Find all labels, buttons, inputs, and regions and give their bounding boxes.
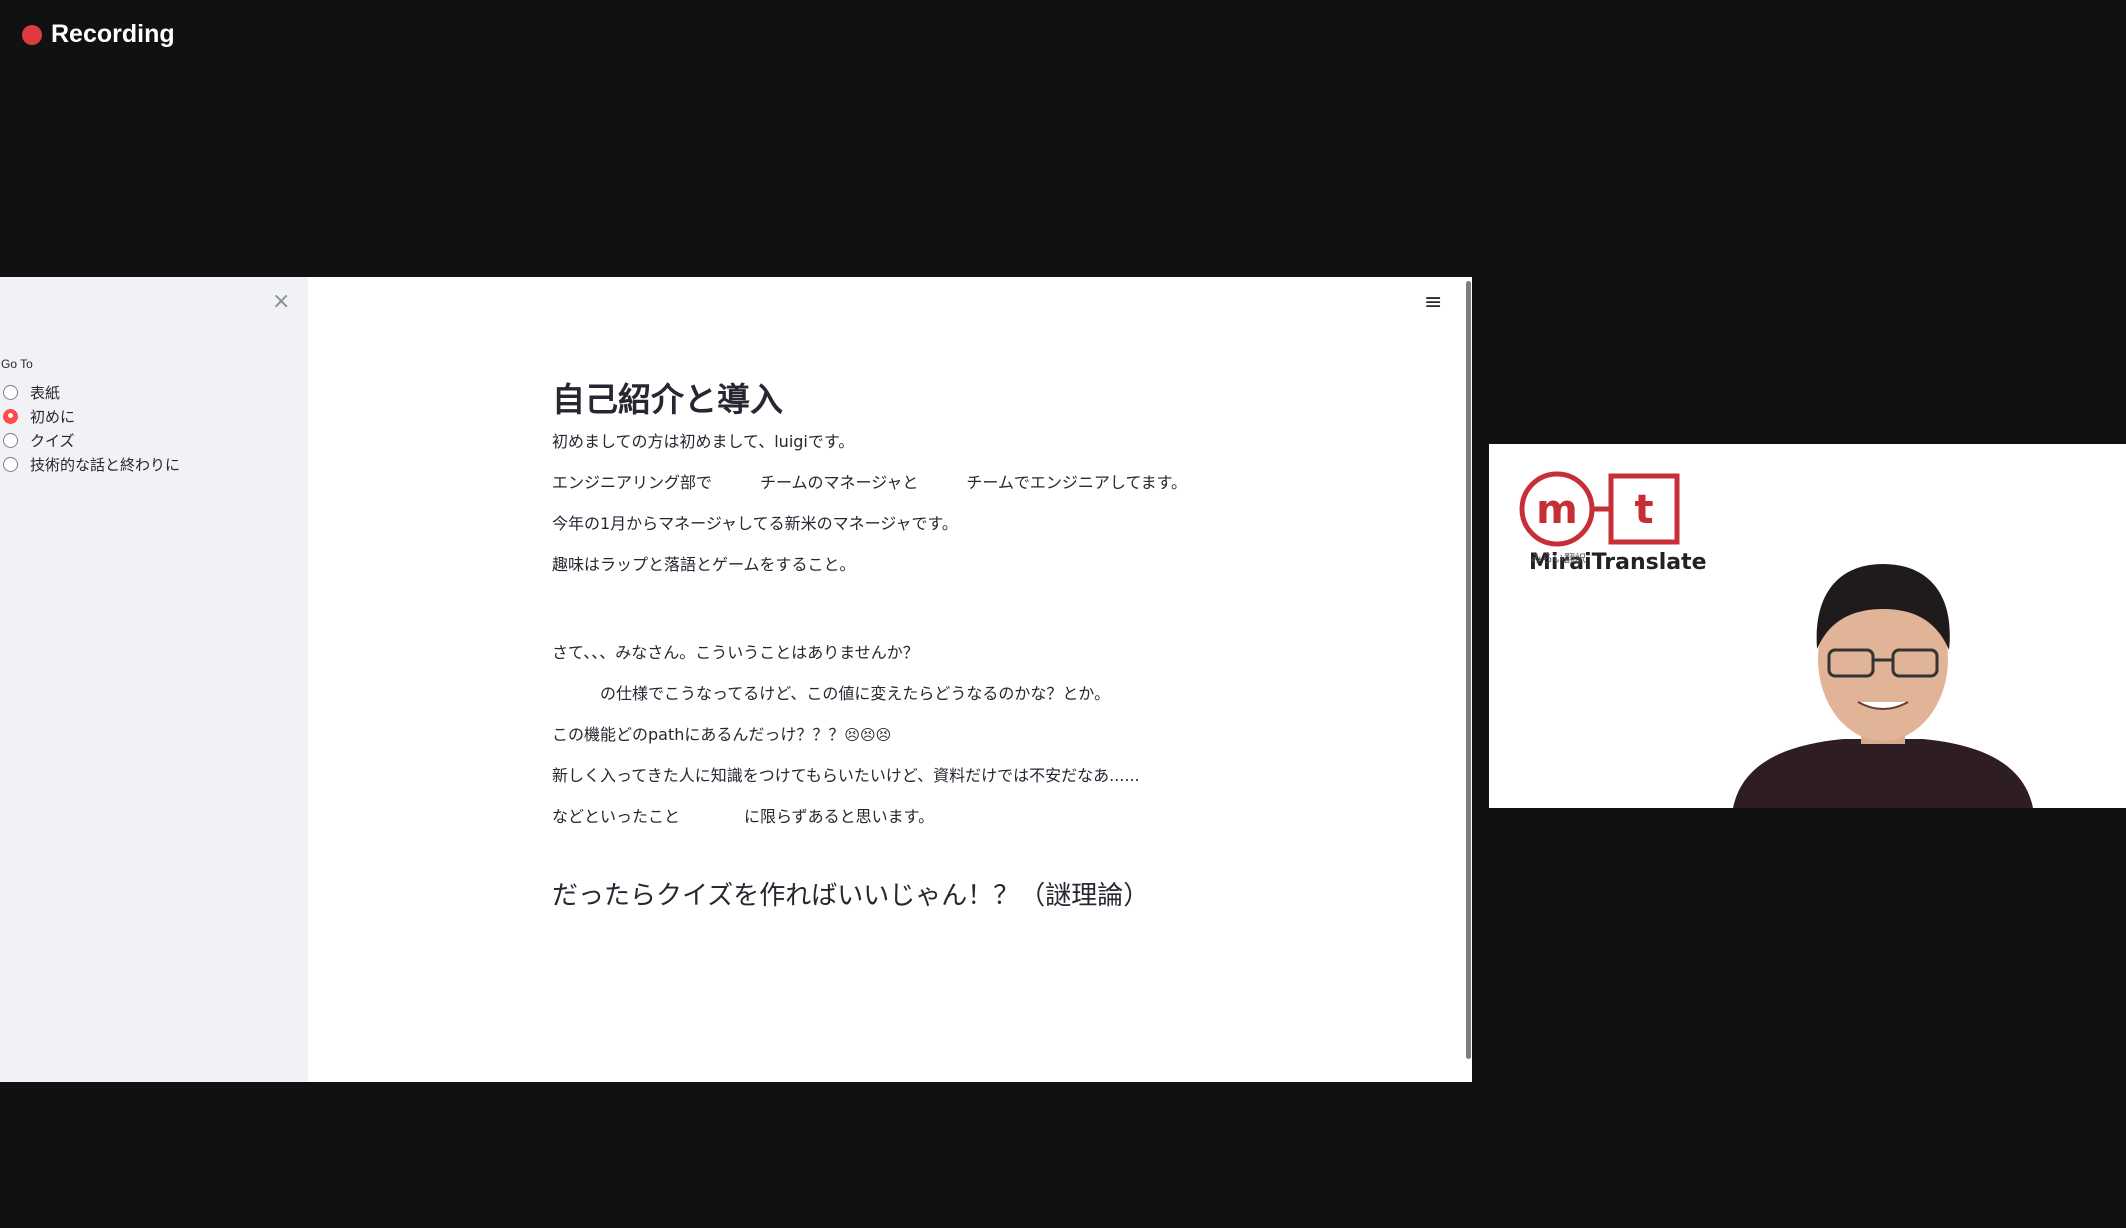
- radio-label: クイズ: [30, 431, 75, 450]
- paragraph: 今年の1月からマネージャしてる新米のマネージャです。: [552, 514, 958, 533]
- radio-label: 表紙: [30, 383, 61, 402]
- close-sidebar-icon[interactable]: ×: [272, 289, 290, 314]
- recording-dot-icon: [22, 24, 42, 45]
- radio-circle-selected-icon[interactable]: [3, 408, 18, 424]
- sidebar: × Go To 表紙 初めに クイズ 技術的な話と終わりに: [0, 277, 308, 1082]
- section-subtitle: だったらクイズを作ればいいじゃん！？（謎理論）: [552, 881, 1150, 911]
- paragraph-text: この機能どのpathにあるんだっけ？？？: [552, 725, 845, 744]
- persevering-face-icon: 😣😣😣: [844, 726, 892, 744]
- paragraph: さて、、、みなさん。こういうことはありませんか？: [552, 643, 919, 662]
- speaker-person-image: [1733, 564, 2033, 808]
- radio-option-cover[interactable]: 表紙: [3, 380, 180, 404]
- radio-circle-icon[interactable]: [3, 456, 18, 472]
- logo-t-letter: t: [1634, 487, 1653, 533]
- paragraph: の仕様でこうなってるけど、この値に変えたらどうなるのかな？とか。: [552, 684, 1111, 703]
- radio-label: 技術的な話と終わりに: [30, 455, 181, 474]
- paragraph: 初めましての方は初めまして、luigiです。: [552, 432, 855, 451]
- radio-circle-icon[interactable]: [3, 432, 18, 448]
- recording-indicator: Recording: [22, 20, 175, 49]
- paragraph: 趣味はラップと落語とゲームをすること。: [552, 555, 856, 574]
- logo-caption: みらい翻訳: [1531, 552, 1586, 565]
- shared-screen: × Go To 表紙 初めに クイズ 技術的な話と終わりに ≡ 自己紹介と導入: [0, 277, 1472, 1082]
- radio-option-tech[interactable]: 技術的な話と終わりに: [3, 452, 180, 476]
- recording-label: Recording: [51, 20, 175, 48]
- paragraph: などといったこと に限らずあると思います。: [552, 807, 935, 826]
- hamburger-menu-icon[interactable]: ≡: [1424, 290, 1442, 315]
- paragraph-with-emoji: この機能どのpathにあるんだっけ？？？😣😣😣: [552, 721, 891, 745]
- page-title: 自己紹介と導入: [552, 380, 783, 419]
- radio-option-intro[interactable]: 初めに: [3, 404, 180, 428]
- radio-option-quiz[interactable]: クイズ: [3, 428, 180, 452]
- paragraph: 新しく入ってきた人に知識をつけてもらいたいけど、資料だけでは不安だなあ.....…: [552, 766, 1140, 785]
- speaker-video: m t MiraiTranslate みらい翻訳: [1489, 444, 2126, 808]
- goto-radio-group: 表紙 初めに クイズ 技術的な話と終わりに: [3, 380, 180, 476]
- scrollbar-thumb[interactable]: [1466, 281, 1471, 1059]
- goto-label: Go To: [1, 357, 33, 371]
- radio-label: 初めに: [30, 407, 76, 426]
- radio-circle-icon[interactable]: [3, 384, 18, 400]
- logo-m-letter: m: [1536, 487, 1578, 533]
- miraitranslate-logo: m t MiraiTranslate: [1519, 471, 1709, 585]
- paragraph: エンジニアリング部で チームのマネージャと チームでエンジニアしてます。: [552, 473, 1188, 492]
